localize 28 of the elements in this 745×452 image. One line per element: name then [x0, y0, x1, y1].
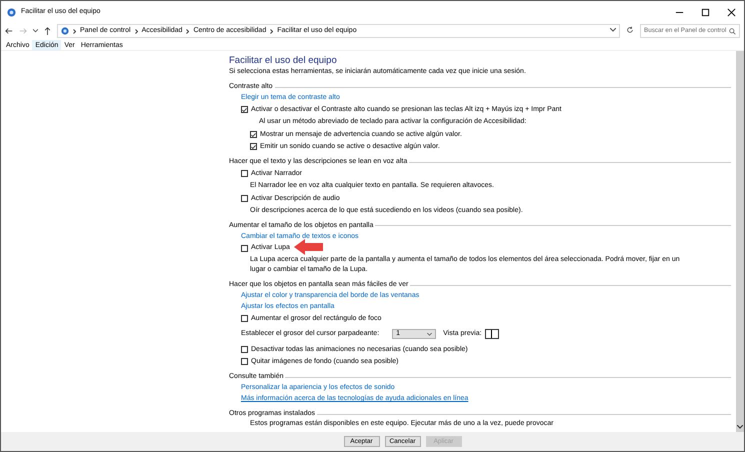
checkbox[interactable]	[250, 143, 257, 150]
dropdown-caret-icon	[427, 332, 432, 336]
chevron-icon	[73, 28, 76, 34]
close-icon[interactable]	[726, 8, 736, 17]
dropdown-caret-icon[interactable]	[610, 28, 616, 32]
checkbox[interactable]	[241, 106, 248, 114]
maximize-icon[interactable]	[700, 8, 710, 17]
page-title: Facilitar el uso del equipo	[229, 55, 338, 67]
dropdown-caret-icon[interactable]	[33, 29, 38, 33]
control-panel-icon	[61, 27, 69, 35]
chevron-icon	[134, 28, 138, 34]
refresh-icon[interactable]	[626, 26, 634, 34]
control-panel-icon	[7, 8, 16, 17]
checkbox[interactable]	[241, 244, 248, 252]
scrollbar[interactable]	[736, 51, 744, 432]
back-arrow-icon[interactable]	[5, 27, 13, 35]
checkbox[interactable]	[241, 170, 248, 178]
checkbox[interactable]	[241, 315, 248, 322]
scroll-down-icon[interactable]	[737, 425, 743, 429]
chevron-icon	[186, 28, 190, 34]
checkbox[interactable]	[241, 358, 248, 366]
up-arrow-icon[interactable]	[44, 27, 51, 35]
checkbox[interactable]	[241, 346, 248, 354]
cursor-preview	[484, 329, 499, 340]
checkbox[interactable]	[250, 131, 257, 138]
chevron-icon	[270, 28, 274, 34]
checkbox[interactable]	[241, 195, 248, 202]
search-icon[interactable]	[729, 28, 736, 34]
